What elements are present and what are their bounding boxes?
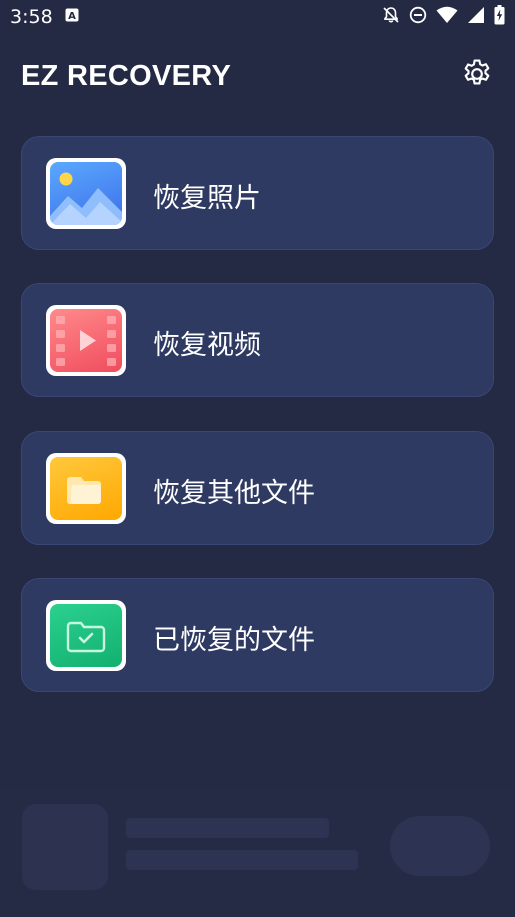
do-not-disturb-icon bbox=[409, 6, 427, 29]
video-icon bbox=[50, 309, 122, 372]
recover-photos-label: 恢复照片 bbox=[153, 183, 261, 214]
recover-photos-card[interactable]: 恢复照片 bbox=[21, 136, 494, 250]
settings-button[interactable] bbox=[459, 58, 495, 94]
recover-videos-icon-frame bbox=[46, 305, 126, 376]
recover-videos-label: 恢复视频 bbox=[153, 330, 261, 361]
recover-other-files-label: 恢复其他文件 bbox=[153, 478, 315, 509]
recovered-files-icon-frame bbox=[46, 600, 126, 671]
status-time: 3:58 bbox=[10, 6, 53, 28]
recover-photos-icon-frame bbox=[46, 158, 126, 229]
gear-icon bbox=[460, 57, 494, 96]
recovered-files-card[interactable]: 已恢复的文件 bbox=[21, 578, 494, 692]
a-notification-icon: A bbox=[65, 8, 79, 27]
photo-icon bbox=[50, 162, 122, 225]
recovered-folder-icon bbox=[50, 604, 122, 667]
battery-charging-icon bbox=[494, 4, 505, 30]
app-header: EZ RECOVERY bbox=[0, 46, 515, 106]
recovered-files-label: 已恢复的文件 bbox=[153, 625, 315, 656]
svg-text:A: A bbox=[68, 11, 76, 22]
status-bar: 3:58 A bbox=[0, 0, 515, 34]
recover-other-files-card[interactable]: 恢复其他文件 bbox=[21, 431, 494, 545]
folder-icon bbox=[50, 457, 122, 520]
ad-button-placeholder bbox=[390, 816, 490, 876]
notifications-off-icon bbox=[382, 6, 400, 29]
recover-videos-card[interactable]: 恢复视频 bbox=[21, 283, 494, 397]
ad-title-placeholder bbox=[126, 818, 329, 838]
app-title: EZ RECOVERY bbox=[21, 60, 232, 92]
wifi-icon bbox=[436, 6, 458, 29]
signal-icon bbox=[467, 6, 485, 29]
ad-thumbnail-placeholder bbox=[22, 804, 108, 890]
recover-other-files-icon-frame bbox=[46, 453, 126, 524]
ad-subtitle-placeholder bbox=[126, 850, 358, 870]
ad-banner-placeholder bbox=[0, 788, 515, 917]
